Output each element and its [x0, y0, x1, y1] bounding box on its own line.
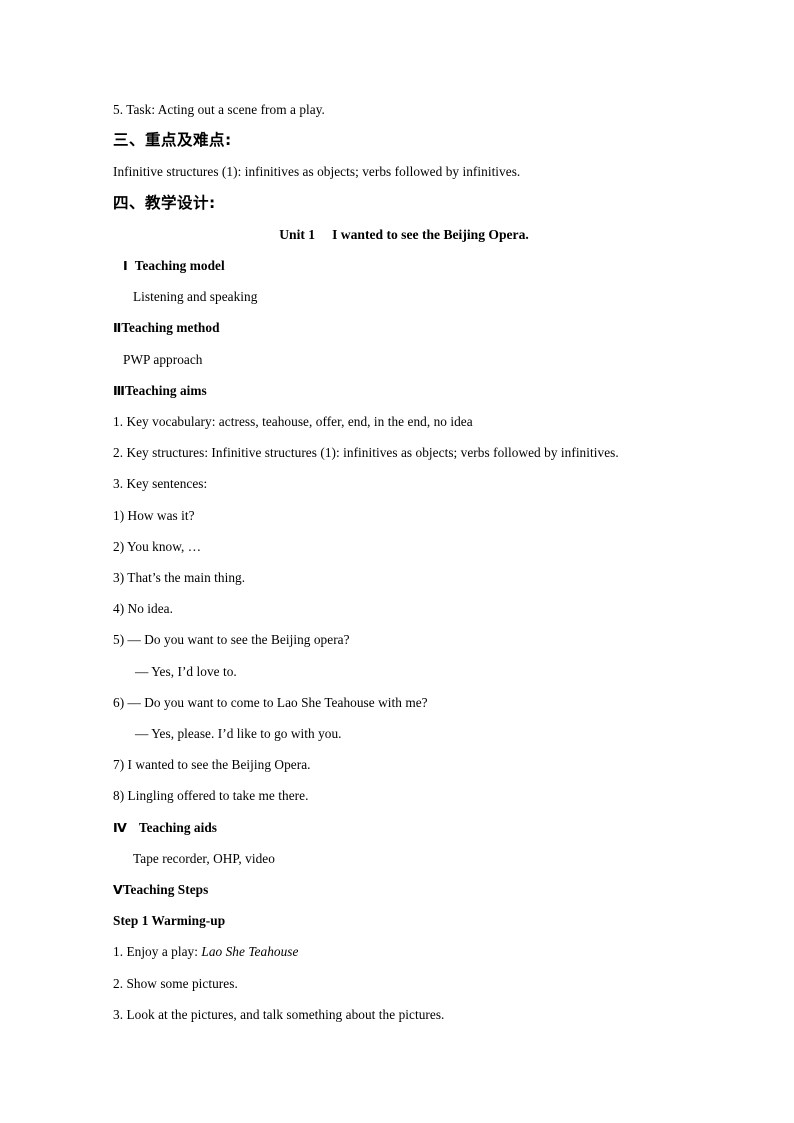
- key-sentence-6-reply: — Yes, please. I’d like to go with you.: [135, 726, 342, 742]
- key-sentence-8: 8) Lingling offered to take me there.: [113, 788, 309, 804]
- teaching-aids-heading-label: Teaching aids: [138, 819, 218, 835]
- key-sentence-5-reply: — Yes, I’d love to.: [135, 663, 237, 679]
- roman-numeral-four: Ⅳ: [113, 819, 127, 835]
- teaching-aim-2: 2. Key structures: Infinitive structures…: [113, 445, 619, 461]
- document-page: 5. Task: Acting out a scene from a play.…: [0, 0, 794, 1123]
- step-1-item-2: 2. Show some pictures.: [113, 975, 238, 991]
- roman-numeral-three: Ⅲ: [113, 382, 125, 398]
- key-sentence-1: 1) How was it?: [113, 507, 195, 523]
- teaching-aids-body: Tape recorder, OHP, video: [133, 850, 275, 866]
- section-heading-four: 四、教学设计:: [113, 193, 216, 212]
- roman-numeral-five: Ⅴ: [113, 882, 123, 898]
- step-1-item-3: 3. Look at the pictures, and talk someth…: [113, 1006, 445, 1022]
- section-heading-three: 三、重点及难点:: [113, 131, 232, 150]
- teaching-method-body: PWP approach: [123, 351, 203, 367]
- step-1-heading: Step 1 Warming-up: [113, 913, 226, 929]
- teaching-method-heading: ⅡTeaching method: [113, 312, 681, 343]
- teaching-model-heading-label: Teaching model: [134, 258, 225, 274]
- teaching-aim-3: 3. Key sentences:: [113, 476, 208, 492]
- document-body: 5. Task: Acting out a scene from a play.…: [113, 94, 681, 1030]
- step-1-item-1-prefix: 1. Enjoy a play:: [113, 944, 202, 960]
- key-sentence-7: 7) I wanted to see the Beijing Opera.: [113, 757, 311, 773]
- teaching-aims-heading: ⅢTeaching aims: [113, 375, 681, 406]
- step-1-item-1: 1. Enjoy a play: Lao She Teahouse: [113, 936, 681, 967]
- unit-title-line: Unit 1 I wanted to see the Beijing Opera…: [113, 219, 681, 250]
- key-sentence-4: 4) No idea.: [113, 601, 173, 617]
- key-sentence-2: 2) You know, …: [113, 538, 202, 554]
- unit-title: I wanted to see the Beijing Opera.: [332, 226, 529, 242]
- unit-label: Unit 1: [279, 226, 316, 242]
- teaching-aids-heading: Ⅳ Teaching aids: [113, 812, 681, 843]
- key-sentence-5: 5) — Do you want to see the Beijing oper…: [113, 632, 350, 648]
- teaching-model-body: Listening and speaking: [133, 289, 258, 305]
- teaching-steps-heading: ⅤTeaching Steps: [113, 874, 681, 905]
- teaching-method-heading-label: Teaching method: [121, 320, 220, 336]
- step-1-item-1-play-title: Lao She Teahouse: [201, 944, 299, 960]
- key-points-difficulties-text: Infinitive structures (1): infinitives a…: [113, 164, 521, 180]
- teaching-aim-1: 1. Key vocabulary: actress, teahouse, of…: [113, 414, 473, 430]
- task-line-5: 5. Task: Acting out a scene from a play.: [113, 102, 325, 117]
- teaching-model-heading: Ⅰ Teaching model: [113, 250, 681, 281]
- key-sentence-3: 3) That’s the main thing.: [113, 570, 246, 586]
- teaching-aims-heading-label: Teaching aims: [124, 382, 207, 398]
- teaching-steps-heading-label: Teaching Steps: [122, 882, 209, 898]
- key-sentence-6: 6) — Do you want to come to Lao She Teah…: [113, 694, 428, 710]
